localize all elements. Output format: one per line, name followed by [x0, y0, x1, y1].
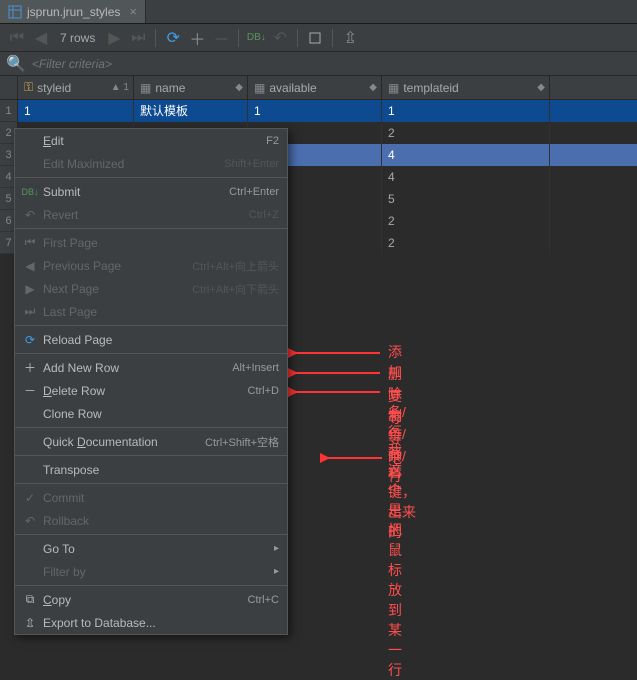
- last-page-button[interactable]: ⏭: [127, 27, 149, 49]
- cell[interactable]: 1: [248, 100, 382, 122]
- column-icon: ▦: [388, 81, 399, 95]
- col-head-available[interactable]: ▦available◆: [248, 76, 382, 99]
- menu-last-page[interactable]: ⏭Last Page: [15, 300, 287, 323]
- prev-page-icon: ◀: [21, 259, 39, 273]
- tab-title: jsprun.jrun_styles: [27, 5, 120, 19]
- context-menu: EditF2 Edit MaximizedShift+Enter DB↓Subm…: [14, 128, 288, 635]
- submit-button[interactable]: DB↓: [245, 27, 267, 49]
- col-head-styleid[interactable]: ⚿styleid▲ 1: [18, 76, 134, 99]
- menu-next-page[interactable]: ▶Next PageCtrl+Alt+向下箭头: [15, 277, 287, 300]
- remove-icon: －: [21, 382, 39, 399]
- grid-header: ⚿styleid▲ 1 ▦name◆ ▦available◆ ▦template…: [0, 76, 637, 100]
- cell[interactable]: 5: [382, 188, 550, 210]
- last-page-icon: ⏭: [21, 304, 39, 319]
- annotation-arrow: [288, 345, 388, 361]
- col-head-templateid[interactable]: ▦templateid◆: [382, 76, 550, 99]
- row-number: 1: [0, 100, 18, 122]
- menu-reload[interactable]: ⟳Reload Page: [15, 328, 287, 351]
- menu-prev-page[interactable]: ◀Previous PageCtrl+Alt+向上箭头: [15, 254, 287, 277]
- annotation-note2: 右键，出来的: [388, 462, 416, 542]
- table-row[interactable]: 11默认模板11: [0, 100, 637, 122]
- menu-edit-maximized[interactable]: Edit MaximizedShift+Enter: [15, 152, 287, 175]
- reload-icon: ⟳: [21, 333, 39, 347]
- column-icon: ▦: [254, 81, 265, 95]
- filter-input[interactable]: [32, 57, 631, 71]
- next-page-icon: ▶: [21, 282, 39, 296]
- export-button[interactable]: ⇫: [339, 27, 361, 49]
- remove-row-button[interactable]: －: [210, 27, 232, 49]
- close-icon[interactable]: ×: [129, 4, 137, 19]
- add-row-button[interactable]: ＋: [186, 27, 208, 49]
- menu-revert[interactable]: ↶RevertCtrl+Z: [15, 203, 287, 226]
- add-icon: ＋: [21, 359, 39, 376]
- cell[interactable]: 1: [382, 100, 550, 122]
- cell[interactable]: 4: [382, 166, 550, 188]
- editor-tab[interactable]: jsprun.jrun_styles ×: [0, 0, 146, 23]
- copy-icon: ⧉: [21, 592, 39, 607]
- annotation-arrow: [288, 365, 388, 381]
- prev-page-button[interactable]: ◀: [30, 27, 52, 49]
- rollback-icon: ↶: [21, 514, 39, 528]
- column-icon: ▦: [140, 81, 151, 95]
- menu-clone-row[interactable]: Clone Row: [15, 402, 287, 425]
- next-page-button[interactable]: ▶: [103, 27, 125, 49]
- first-page-button[interactable]: ⏮: [6, 27, 28, 49]
- cell[interactable]: 2: [382, 122, 550, 144]
- menu-add-row[interactable]: ＋Add New RowAlt+Insert: [15, 356, 287, 379]
- annotation-arrow: [288, 384, 388, 400]
- export-icon: ⇫: [21, 616, 39, 630]
- view-mode-button[interactable]: [304, 27, 326, 49]
- menu-quick-doc[interactable]: Quick DocumentationCtrl+Shift+空格: [15, 430, 287, 453]
- tab-bar: jsprun.jrun_styles ×: [0, 0, 637, 24]
- menu-edit[interactable]: EditF2: [15, 129, 287, 152]
- db-submit-icon: DB↓: [21, 187, 39, 197]
- menu-goto[interactable]: Go To▸: [15, 537, 287, 560]
- filter-bar: 🔍: [0, 52, 637, 76]
- revert-button[interactable]: ↶: [269, 27, 291, 49]
- col-head-name[interactable]: ▦name◆: [134, 76, 248, 99]
- first-page-icon: ⏮: [21, 235, 39, 250]
- cell[interactable]: 默认模板: [134, 100, 248, 122]
- menu-commit[interactable]: ✓Commit: [15, 486, 287, 509]
- menu-copy[interactable]: ⧉CopyCtrl+C: [15, 588, 287, 611]
- column-key-icon: ⚿: [24, 80, 33, 95]
- table-icon: [8, 5, 22, 19]
- menu-submit[interactable]: DB↓SubmitCtrl+Enter: [15, 180, 287, 203]
- cell[interactable]: 1: [18, 100, 134, 122]
- menu-filter-by[interactable]: Filter by▸: [15, 560, 287, 583]
- menu-first-page[interactable]: ⏮First Page: [15, 231, 287, 254]
- menu-rollback[interactable]: ↶Rollback: [15, 509, 287, 532]
- search-icon: 🔍: [6, 54, 26, 74]
- cell[interactable]: 2: [382, 232, 550, 254]
- reload-button[interactable]: ⟳: [162, 27, 184, 49]
- annotation-arrow: [320, 450, 390, 466]
- toolbar: ⏮ ◀ 7 rows ▶ ⏭ ⟳ ＋ － DB↓ ↶ ⇫: [0, 24, 637, 52]
- commit-icon: ✓: [21, 491, 39, 505]
- menu-export[interactable]: ⇫Export to Database...: [15, 611, 287, 634]
- menu-delete-row[interactable]: －Delete RowCtrl+D: [15, 379, 287, 402]
- cell[interactable]: 2: [382, 210, 550, 232]
- row-count-label: 7 rows: [60, 31, 95, 45]
- menu-transpose[interactable]: Transpose: [15, 458, 287, 481]
- revert-icon: ↶: [21, 208, 39, 222]
- cell[interactable]: 4: [382, 144, 550, 166]
